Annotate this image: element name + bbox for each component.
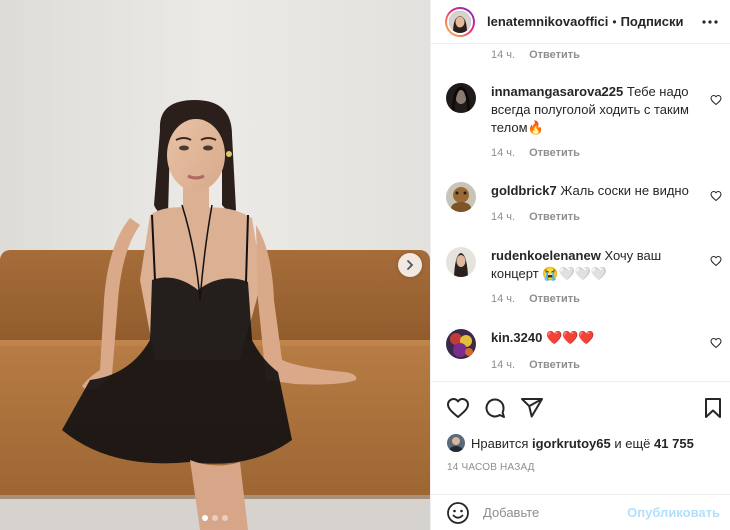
carousel-dot bbox=[222, 515, 228, 521]
heart-icon[interactable] bbox=[446, 396, 470, 420]
commenter-avatar[interactable] bbox=[446, 329, 476, 359]
reply-button[interactable]: Ответить bbox=[529, 293, 580, 305]
photo-image bbox=[0, 0, 430, 530]
comment-like-heart-icon[interactable] bbox=[710, 255, 722, 267]
author-avatar[interactable] bbox=[445, 6, 475, 37]
comment-like-heart-icon[interactable] bbox=[710, 94, 722, 106]
reply-button[interactable]: Ответить bbox=[529, 147, 580, 159]
commenter-username[interactable]: rudenkoelenanew bbox=[491, 248, 601, 263]
more-options-button[interactable] bbox=[699, 12, 721, 32]
author-username[interactable]: lenatemnikovaoffici bbox=[487, 14, 608, 29]
action-bar bbox=[431, 381, 730, 433]
post-photo[interactable] bbox=[0, 0, 430, 530]
likes-prefix: Нравится bbox=[471, 435, 529, 451]
post-header: lenatemnikovaoffici • Подписки bbox=[431, 0, 730, 44]
following-button[interactable]: Подписки bbox=[621, 14, 684, 29]
commenter-avatar[interactable] bbox=[446, 247, 476, 277]
header-separator: • bbox=[612, 14, 617, 29]
comment-meta: 14 ч. Ответить bbox=[491, 293, 580, 305]
likes-count[interactable]: 41 755 bbox=[654, 436, 694, 451]
commenter-username[interactable]: kin.3240 bbox=[491, 330, 542, 345]
commenter-avatar[interactable] bbox=[446, 83, 476, 113]
post-side-panel: lenatemnikovaoffici • Подписки 14 ч. Отв… bbox=[430, 0, 730, 530]
comment-text: kin.3240 ❤️❤️❤️ bbox=[491, 329, 701, 347]
comment-text: innamangasarova225 Тебе надо всегда полу… bbox=[491, 83, 701, 137]
reply-button[interactable]: Ответить bbox=[529, 211, 580, 223]
likes-middle: и ещё bbox=[614, 435, 651, 451]
next-slide-button[interactable] bbox=[398, 253, 422, 277]
comment-time: 14 ч. bbox=[491, 49, 516, 61]
liker-username[interactable]: igorkrutoy65 bbox=[532, 436, 611, 451]
comment-body: Жаль соски не видно bbox=[560, 183, 689, 198]
bookmark-icon[interactable] bbox=[701, 396, 725, 420]
comment-time: 14 ч. bbox=[491, 211, 516, 223]
comment-like-heart-icon[interactable] bbox=[710, 337, 722, 349]
commenter-username[interactable]: goldbrick7 bbox=[491, 183, 557, 198]
post-comment-button[interactable]: Опубликовать bbox=[627, 505, 720, 520]
comment-input[interactable] bbox=[483, 505, 623, 520]
comments-list[interactable]: 14 ч. Ответить innamangasarova225 Тебе н… bbox=[431, 45, 730, 381]
post-timestamp[interactable]: 14 ЧАСОВ НАЗАД bbox=[447, 462, 535, 473]
comment-time: 14 ч. bbox=[491, 147, 516, 159]
likes-summary: Нравится igorkrutoy65 и ещё 41 755 bbox=[447, 433, 694, 453]
comment-meta: 14 ч. Ответить bbox=[491, 147, 580, 159]
comment-meta: 14 ч. Ответить bbox=[491, 49, 580, 61]
carousel-dots bbox=[0, 515, 430, 521]
commenter-username[interactable]: innamangasarova225 bbox=[491, 84, 623, 99]
comment-text: goldbrick7 Жаль соски не видно bbox=[491, 182, 701, 200]
comment-text: rudenkoelenanew Хочу ваш концерт 😭🤍🤍🤍 bbox=[491, 247, 701, 283]
comment-meta: 14 ч. Ответить bbox=[491, 359, 580, 371]
comment-time: 14 ч. bbox=[491, 293, 516, 305]
comment-meta: 14 ч. Ответить bbox=[491, 211, 580, 223]
liker-avatar[interactable] bbox=[447, 434, 465, 452]
emoji-icon[interactable] bbox=[446, 501, 470, 525]
add-comment-bar: Опубликовать bbox=[431, 494, 730, 530]
comment-time: 14 ч. bbox=[491, 359, 516, 371]
reply-button[interactable]: Ответить bbox=[529, 359, 580, 371]
chevron-right-icon bbox=[407, 260, 414, 270]
share-icon[interactable] bbox=[520, 396, 544, 420]
commenter-avatar[interactable] bbox=[446, 182, 476, 212]
carousel-dot bbox=[202, 515, 208, 521]
more-horizontal-icon bbox=[702, 20, 718, 24]
carousel-dot bbox=[212, 515, 218, 521]
comment-body: ❤️❤️❤️ bbox=[545, 330, 595, 345]
comment-icon[interactable] bbox=[483, 396, 507, 420]
reply-button[interactable]: Ответить bbox=[529, 49, 580, 61]
comment-like-heart-icon[interactable] bbox=[710, 190, 722, 202]
